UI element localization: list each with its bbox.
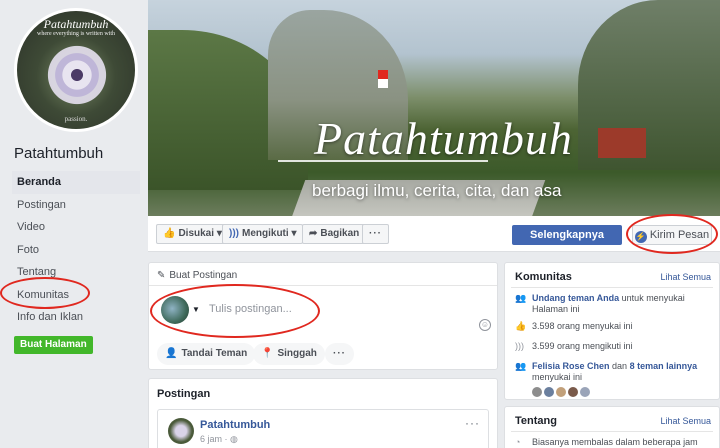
users-icon: 👥 [515,361,527,371]
cover-house [598,128,646,158]
community-see-all-link[interactable]: Lihat Semua [660,272,711,282]
friend-avatars [532,384,592,397]
page-name[interactable]: Patahtumbuh [14,145,103,162]
nav-item-about[interactable]: Tentang [12,261,140,284]
page-nav: Beranda Postingan Video Foto Tentang Kom… [12,171,140,329]
following-label: Mengikuti [242,228,289,239]
more-actions-button[interactable]: ··· [362,224,389,244]
nav-item-community[interactable]: Komunitas [12,284,140,307]
likes-count: 3.598 orang menyukai ini [532,321,633,331]
divider [511,287,713,288]
rss-icon: ))) [229,228,239,239]
posts-header: Postingan [157,388,211,400]
about-title: Tentang [515,415,557,427]
divider [149,285,497,286]
tag-friends-label: Tandai Teman [181,348,248,359]
left-sidebar: Patahtumbuh where everything is written … [0,0,148,448]
other-friends-link[interactable]: 8 teman lainnya [630,361,698,371]
thumbs-up-icon: 👍 [163,228,176,239]
messenger-icon: ⚡ [634,231,647,243]
avatar[interactable] [168,418,194,444]
community-card: Komunitas Lihat Semua 👥 Undang teman And… [504,262,720,400]
chevron-down-icon[interactable]: ▼ [192,305,200,314]
avatar[interactable] [568,387,578,397]
cover-photo[interactable]: Patahtumbuh berbagi ilmu, cerita, cita, … [148,0,720,216]
divider [511,431,713,432]
pencil-icon: ✎ [157,270,166,281]
nav-item-home[interactable]: Beranda [12,171,140,194]
send-message-label: Kirim Pesan [649,229,710,241]
avatar[interactable] [556,387,566,397]
invite-friends-link[interactable]: Undang teman Anda [532,293,619,303]
friend-name-link[interactable]: Felisia Rose Chen [532,361,610,371]
about-see-all-link[interactable]: Lihat Semua [660,416,711,426]
nav-item-posts[interactable]: Postingan [12,194,140,217]
globe-icon: ◍ [230,434,238,444]
post-item: Patahtumbuh 6 jam · ◍ ··· [157,409,489,448]
chevron-down-icon: ▾ [291,228,297,239]
community-title: Komunitas [515,271,572,283]
learn-more-button[interactable]: Selengkapnya [512,225,622,245]
send-message-button[interactable]: ⚡ Kirim Pesan [632,225,712,245]
avatar[interactable] [580,387,590,397]
posts-card: Postingan Patahtumbuh 6 jam · ◍ ··· [148,378,498,448]
users-icon: 👥 [515,293,527,303]
tag-icon: 👤 [165,348,178,359]
about-card: Tentang Lihat Semua ◔ Biasanya membalas … [504,406,720,448]
cover-title: Patahtumbuh [314,113,573,164]
indonesian-flag-icon [378,70,388,88]
location-pin-icon: 📍 [261,348,274,359]
check-in-button[interactable]: 📍 Singgah [253,343,325,365]
post-options-button[interactable]: ··· [465,416,480,430]
passion-flower-image [43,41,111,109]
rss-icon: ))) [515,341,524,351]
profile-picture-subtitle: where everything is written with [37,31,115,37]
thumbs-up-icon: 👍 [515,321,527,331]
tag-friends-button[interactable]: 👤 Tandai Teman [157,343,256,365]
nav-item-videos[interactable]: Video [12,216,140,239]
response-time-text: Biasanya membalas dalam beberapa jam [532,437,698,447]
following-button[interactable]: ))) Mengikuti ▾ [222,224,304,244]
post-timestamp[interactable]: 6 jam · ◍ [200,434,238,445]
friend-mid: dan [609,361,630,371]
post-composer-input[interactable]: Tulis postingan... [209,303,292,315]
messenger-icon: ◔ [515,437,521,447]
profile-picture-caption: passion. [64,115,88,123]
create-post-title: Buat Postingan [169,270,238,281]
avatar[interactable] [544,387,554,397]
check-in-label: Singgah [277,348,317,359]
profile-picture-title: Patahtumbuh [43,17,109,31]
create-post-header: ✎ Buat Postingan [157,270,237,281]
invite-text: Undang teman Anda untuk menyukai Halaman… [532,293,715,315]
profile-picture[interactable]: Patahtumbuh where everything is written … [14,8,138,132]
post-time-label: 6 jam · [200,434,228,444]
share-label: Bagikan [320,228,360,239]
cover-subtitle: berbagi ilmu, cerita, cita, dan asa [312,181,562,200]
liked-button[interactable]: 👍 Disukai ▾ [156,224,229,244]
create-post-card: ✎ Buat Postingan ▼ Tulis postingan... ☺ 👤… [148,262,498,370]
create-page-button[interactable]: Buat Halaman [14,336,93,354]
post-author[interactable]: Patahtumbuh [200,419,270,431]
page-action-bar: 👍 Disukai ▾ ))) Mengikuti ▾ ➦ Bagikan ··· S… [148,216,720,252]
share-button[interactable]: ➦ Bagikan [302,224,367,244]
cover-title-underline [278,160,488,162]
emoji-icon[interactable]: ☺ [479,319,491,331]
avatar[interactable] [161,296,189,324]
friends-like-text: Felisia Rose Chen dan 8 teman lainnya me… [532,361,715,383]
share-icon: ➦ [309,228,318,239]
nav-item-photos[interactable]: Foto [12,239,140,262]
nav-item-info-ads[interactable]: Info dan Iklan [12,306,140,329]
avatar[interactable] [532,387,542,397]
liked-label: Disukai [178,228,215,239]
more-post-options-button[interactable]: ··· [325,343,354,365]
friend-rest: menyukai ini [532,372,583,382]
follows-count: 3.599 orang mengikuti ini [532,341,633,351]
